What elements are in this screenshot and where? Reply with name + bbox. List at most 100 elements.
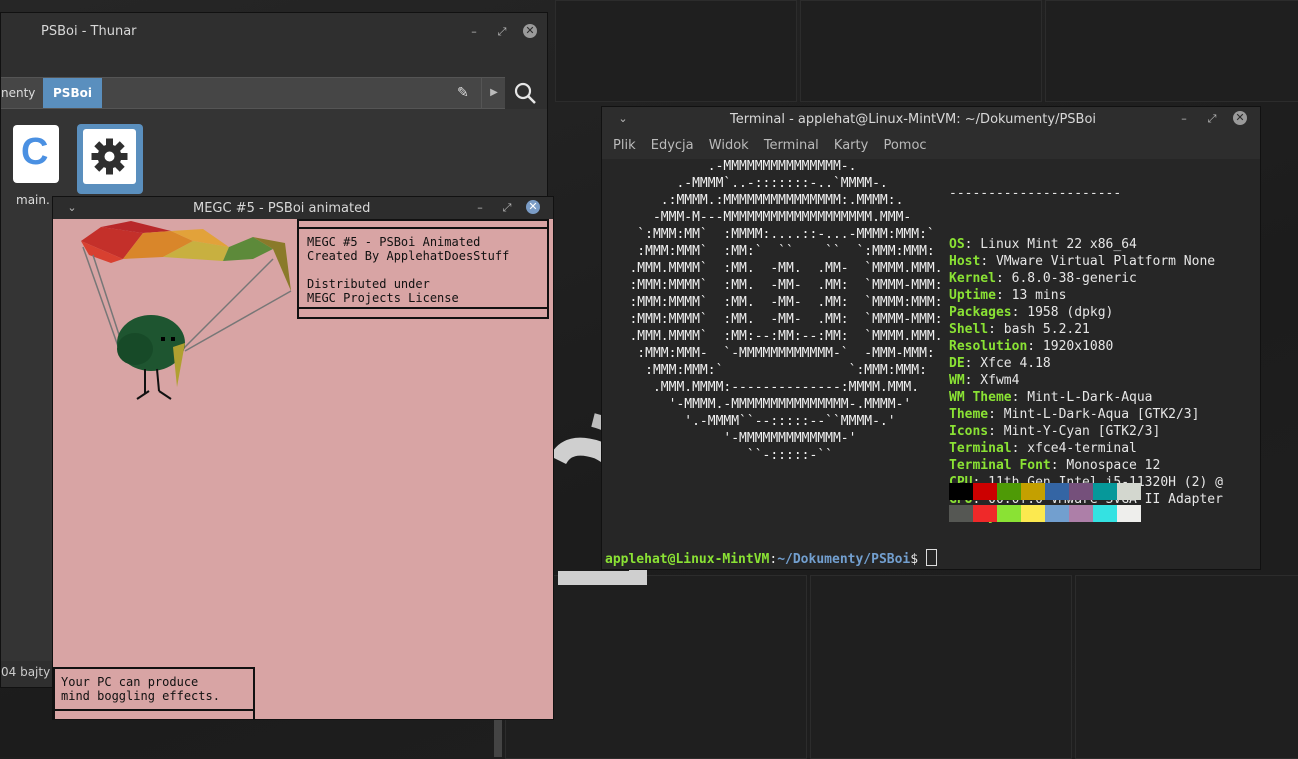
megc-window: ⌄ MEGC #5 - PSBoi animated – ⤢ ✕ MEGC #5…: [52, 196, 554, 720]
mint-ascii-logo: .-MMMMMMMMMMMMMMM-. .-MMMM`..-:::::::-..…: [606, 159, 943, 464]
ascii-line: .-MMMM`..-:::::::-..`MMMM-.: [606, 176, 888, 191]
terminal-output[interactable]: .-MMMMMMMMMMMMMMM-. .-MMMM`..-:::::::-..…: [602, 159, 1260, 569]
ascii-line: .MMM.MMMM` :MM:--:MM:--:MM: `MMMM.MMM.: [606, 329, 943, 344]
prompt-path: ~/Dokumenty/PSBoi: [777, 552, 911, 567]
info-value: : bash 5.2.21: [988, 322, 1090, 337]
close-icon[interactable]: ✕: [523, 24, 537, 38]
menu-edycja[interactable]: Edycja: [651, 133, 694, 159]
close-icon[interactable]: ✕: [1233, 111, 1247, 125]
megc-window-title: MEGC #5 - PSBoi animated: [193, 201, 371, 216]
info-key: Icons: [949, 424, 989, 439]
info-line: Kernel: 6.8.0-38-generic: [949, 270, 1223, 287]
minimize-icon[interactable]: –: [1177, 112, 1191, 126]
menu-widok[interactable]: Widok: [709, 133, 749, 159]
ascii-line: '-MMMMMMMMMMMMM-': [606, 431, 857, 446]
maximize-icon[interactable]: ⤢: [495, 25, 509, 39]
info-line: WM: Xfwm4: [949, 372, 1223, 389]
info-key: Uptime: [949, 288, 996, 303]
maximize-icon[interactable]: ⤢: [500, 201, 514, 215]
path-bar: nenty PSBoi ✎ ▶: [1, 77, 505, 109]
info-line: Packages: 1958 (dpkg): [949, 304, 1223, 321]
terminal-titlebar[interactable]: ⌄ Terminal - applehat@Linux-MintVM: ~/Do…: [602, 107, 1260, 133]
breadcrumb-psboi[interactable]: PSBoi: [43, 78, 102, 108]
color-swatch: [997, 483, 1021, 500]
ascii-line: .-MMMMMMMMMMMMMMM-.: [606, 159, 857, 174]
megc-credits-box: MEGC #5 - PSBoi Animated Created By Appl…: [297, 219, 549, 319]
ascii-line: .:MMMM.:MMMMMMMMMMMMMMM:.MMMM:.: [606, 193, 904, 208]
info-line: Terminal Font: Monospace 12: [949, 457, 1223, 474]
path-forward-arrow-icon[interactable]: ▶: [481, 78, 506, 108]
info-line: OS: Linux Mint 22 x86_64: [949, 236, 1223, 253]
close-icon[interactable]: ✕: [526, 200, 540, 214]
edit-path-icon[interactable]: ✎: [457, 85, 469, 101]
ascii-line: '-MMMM.-MMMMMMMMMMMMMMM-.MMMM-': [606, 397, 912, 412]
info-key: WM: [949, 373, 965, 388]
megc-canvas: MEGC #5 - PSBoi Animated Created By Appl…: [53, 219, 553, 719]
maximize-icon[interactable]: ⤢: [1205, 112, 1219, 126]
info-key: Packages: [949, 305, 1012, 320]
info-value: : Mint-L-Dark-Aqua [GTK2/3]: [988, 407, 1200, 422]
wallpaper-tile: [1075, 575, 1298, 759]
thunar-titlebar[interactable]: PSBoi - Thunar – ⤢ ✕: [1, 13, 547, 51]
ascii-line: :MMM:MMM` :MM:` `` `` `:MMM:MMM:: [606, 244, 935, 259]
menu-terminal[interactable]: Terminal: [764, 133, 819, 159]
minimize-icon[interactable]: –: [467, 25, 481, 39]
c-source-file-icon[interactable]: C: [13, 125, 59, 183]
color-swatch: [1069, 483, 1093, 500]
color-swatch: [1045, 505, 1069, 522]
color-swatch: [949, 505, 973, 522]
minimize-icon[interactable]: –: [473, 201, 487, 215]
terminal-window-title: Terminal - applehat@Linux-MintVM: ~/Doku…: [730, 112, 1097, 127]
decor-bar: [55, 709, 253, 711]
prompt-symbol: $: [910, 552, 919, 567]
system-info: ---------------------- OS: Linux Mint 22…: [949, 159, 1223, 525]
info-value: : Linux Mint 22 x86_64: [964, 237, 1137, 252]
terminal-window: ⌄ Terminal - applehat@Linux-MintVM: ~/Do…: [601, 106, 1261, 570]
ascii-line: :MMM:MMMM` :MM. -MM- .MM: `MMMM-MMM:: [606, 312, 943, 327]
ascii-line: .MMM.MMMM` :MM. -MM. .MM- `MMMM.MMM.: [606, 261, 943, 276]
color-swatch: [1117, 505, 1141, 522]
color-swatch: [1117, 483, 1141, 500]
prompt-user: applehat@Linux-MintVM: [605, 552, 770, 567]
thunar-window-title: PSBoi - Thunar: [41, 24, 137, 39]
wallpaper-tile: [1045, 0, 1298, 102]
info-separator: ----------------------: [949, 186, 1122, 201]
info-line: Resolution: 1920x1080: [949, 338, 1223, 355]
info-line: Theme: Mint-L-Dark-Aqua [GTK2/3]: [949, 406, 1223, 423]
color-swatch: [997, 505, 1021, 522]
color-swatch: [1021, 505, 1045, 522]
window-menu-chevron-icon[interactable]: ⌄: [616, 112, 630, 126]
info-key: OS: [949, 237, 965, 252]
info-value: : Xfce 4.18: [964, 356, 1051, 371]
info-line: DE: Xfce 4.18: [949, 355, 1223, 372]
megc-titlebar[interactable]: ⌄ MEGC #5 - PSBoi animated – ⤢ ✕: [53, 197, 553, 219]
info-line: Shell: bash 5.2.21: [949, 321, 1223, 338]
ascii-line: `:MMM:MM` :MMMM:....::-...-MMMM:MMM:`: [606, 227, 935, 242]
thunar-toolbar: nenty PSBoi ✎ ▶: [1, 51, 547, 109]
shell-prompt[interactable]: applehat@Linux-MintVM:~/Dokumenty/PSBoi$: [605, 549, 937, 568]
decor-bar: [299, 307, 547, 309]
color-swatch: [1045, 483, 1069, 500]
color-swatch: [973, 483, 997, 500]
window-menu-chevron-icon[interactable]: ⌄: [65, 201, 79, 215]
menu-pomoc[interactable]: Pomoc: [883, 133, 926, 159]
selected-file[interactable]: [77, 124, 143, 194]
info-value: : Mint-Y-Cyan [GTK2/3]: [988, 424, 1161, 439]
info-key: DE: [949, 356, 965, 371]
info-value: : Xfwm4: [964, 373, 1020, 388]
ascii-line: :MMM:MMMM` :MM. -MM- .MM: `MMMM:MMM:: [606, 295, 943, 310]
search-icon[interactable]: [513, 81, 537, 105]
breadcrumb-dokumenty[interactable]: nenty: [1, 78, 45, 108]
info-key: Theme: [949, 407, 989, 422]
info-key: Kernel: [949, 271, 996, 286]
info-key: Terminal Font: [949, 458, 1051, 473]
info-key: Shell: [949, 322, 989, 337]
menu-plik[interactable]: Plik: [613, 133, 636, 159]
wallpaper-tile: [555, 0, 797, 102]
menu-karty[interactable]: Karty: [834, 133, 868, 159]
status-text: 04 bajty: [1, 665, 51, 679]
info-line: Uptime: 13 mins: [949, 287, 1223, 304]
megc-message-box: Your PC can produce mind boggling effect…: [53, 667, 255, 719]
info-value: : VMware Virtual Platform None: [980, 254, 1216, 269]
ascii-line: :MMM:MMMM` :MM. -MM- .MM: `MMMM-MMM:: [606, 278, 943, 293]
